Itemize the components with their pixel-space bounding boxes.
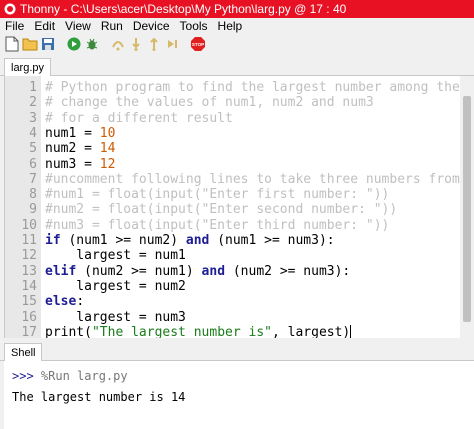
line-number: 5: [29, 141, 37, 157]
scrollbar-thumb[interactable]: [463, 96, 471, 322]
line-number: 4: [29, 125, 37, 141]
tab-shell[interactable]: Shell: [4, 343, 43, 362]
code-line: num1 = 10: [45, 125, 116, 141]
code-line: # for a different result: [45, 110, 233, 126]
shell-command: %Run larg.py: [33, 369, 128, 383]
line-number: 15: [21, 294, 37, 310]
code-line: # Python program to find the largest num…: [45, 80, 474, 95]
line-number: 8: [29, 187, 37, 203]
text-cursor: [350, 325, 352, 338]
new-file-icon[interactable]: [4, 36, 20, 52]
line-number: 3: [29, 110, 37, 126]
menu-edit[interactable]: Edit: [29, 19, 60, 33]
code-line: # change the values of num1, num2 and nu…: [45, 95, 374, 111]
code-line: #num3 = float(input("Enter third number:…: [45, 217, 390, 233]
code-line: if (num1 >= num2) and (num1 >= num3):: [45, 233, 335, 248]
line-number: 16: [21, 309, 37, 325]
line-number-gutter: 1 2 3 4 5 6 7 8 9 10 11 12 13 14 15 16 1…: [5, 76, 41, 338]
editor-tab-bar: larg.py: [0, 58, 474, 77]
window-title: Thonny - C:\Users\acer\Desktop\My Python…: [20, 2, 347, 16]
line-number: 13: [21, 263, 37, 279]
thonny-logo-icon: [4, 3, 16, 15]
shell-command-line: >>> %Run larg.py: [12, 369, 128, 383]
line-number: 17: [21, 324, 37, 338]
stop-label: STOP: [192, 42, 204, 47]
run-icon[interactable]: [66, 36, 82, 52]
code-line: #num2 = float(input("Enter second number…: [45, 202, 398, 218]
code-line: elif (num2 >= num1) and (num2 >= num3):: [45, 263, 351, 279]
line-number: 7: [29, 171, 37, 187]
editor-scrollbar[interactable]: [460, 76, 474, 338]
code-line: num2 = 14: [45, 141, 116, 157]
shell-panel[interactable]: >>> %Run larg.py The largest number is 1…: [4, 361, 474, 429]
debug-icon[interactable]: [84, 36, 100, 52]
menu-run[interactable]: Run: [96, 19, 128, 33]
stop-icon[interactable]: STOP: [190, 36, 206, 52]
shell-tab-bar: Shell: [0, 343, 474, 362]
line-number: 2: [29, 95, 37, 111]
open-file-icon[interactable]: [22, 36, 38, 52]
menu-device[interactable]: Device: [128, 19, 175, 33]
shell-prompt: >>>: [12, 369, 34, 383]
step-out-icon[interactable]: [146, 36, 162, 52]
line-number: 1: [29, 80, 37, 95]
code-line: else:: [45, 294, 85, 310]
line-number: 9: [29, 202, 37, 218]
toolbar: STOP: [0, 34, 474, 54]
code-line: print("The largest number is", largest): [45, 324, 352, 338]
shell-output: The largest number is 14: [12, 390, 186, 404]
menu-bar: File Edit View Run Device Tools Help: [0, 18, 474, 34]
code-line: largest = num2: [45, 278, 186, 294]
code-editor[interactable]: 1 2 3 4 5 6 7 8 9 10 11 12 13 14 15 16 1…: [4, 76, 474, 338]
tab-larg-py[interactable]: larg.py: [4, 58, 52, 77]
line-number: 14: [21, 278, 37, 294]
line-number: 12: [21, 248, 37, 264]
line-number: 6: [29, 156, 37, 172]
code-line: largest = num1: [45, 248, 186, 264]
step-over-icon[interactable]: [110, 36, 126, 52]
code-line: #num1 = float(input("Enter first number:…: [45, 187, 390, 203]
resume-icon[interactable]: [164, 36, 180, 52]
code-line: num3 = 12: [45, 156, 116, 172]
save-icon[interactable]: [40, 36, 56, 52]
title-bar: Thonny - C:\Users\acer\Desktop\My Python…: [0, 0, 474, 18]
code-line: #uncomment following lines to take three…: [45, 171, 474, 187]
code-area[interactable]: # Python program to find the largest num…: [45, 76, 474, 338]
menu-help[interactable]: Help: [213, 19, 248, 33]
line-number: 10: [21, 217, 37, 233]
menu-view[interactable]: View: [60, 19, 96, 33]
code-line: largest = num3: [45, 309, 186, 325]
line-number: 11: [21, 233, 37, 248]
step-into-icon[interactable]: [128, 36, 144, 52]
menu-file[interactable]: File: [0, 19, 29, 33]
menu-tools[interactable]: Tools: [175, 19, 213, 33]
